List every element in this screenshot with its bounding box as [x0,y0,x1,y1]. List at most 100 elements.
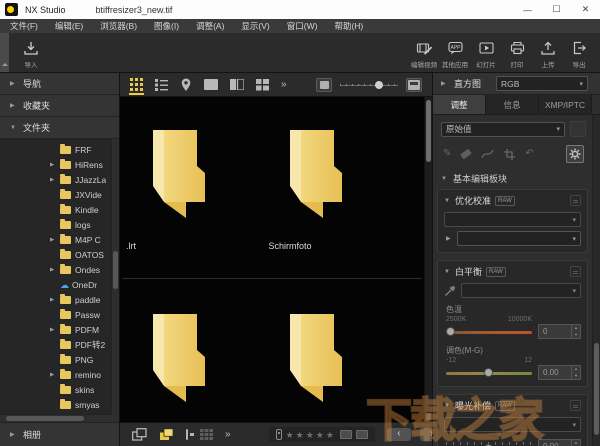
compare-frames-button[interactable] [132,428,147,441]
tint-slider[interactable] [446,366,532,379]
undo-icon[interactable]: ↶ [525,149,533,159]
sidebar-section-navigation[interactable]: ▶ 导航 [0,73,119,95]
folder-tree-item[interactable]: ▶ ☁ OneDr [0,277,111,292]
chevron-down-icon[interactable]: ▼ [444,403,451,409]
color-label-icon[interactable] [340,430,352,439]
scrollbar-thumb[interactable] [6,416,84,421]
menu-item[interactable]: 浏览器(B) [100,20,137,32]
settings-button[interactable] [566,145,584,163]
temperature-slider[interactable] [446,325,532,338]
scrollbar-thumb[interactable] [426,100,431,162]
brush-icon[interactable]: ✎ [443,149,451,159]
eraser-icon[interactable] [461,149,473,160]
import-button[interactable]: 导入 [16,35,46,69]
chevron-down-icon[interactable]: ▼ [444,198,451,204]
folder-tree-item[interactable]: ▶ ☁ remino [0,367,111,382]
temperature-spinbox[interactable]: 0 ▲▼ [538,324,581,339]
scrollbar-thumb[interactable] [594,343,599,435]
thumbnail-large-button[interactable] [406,78,422,92]
folder-tree-item[interactable]: ▶ ☁ OATOS [0,247,111,262]
inspector-vertical-scrollbar[interactable] [592,115,600,446]
scrollbar-thumb[interactable] [113,251,118,289]
expand-arrow-icon[interactable]: ▶ [50,237,60,243]
filmstrip-toggle-button[interactable] [159,428,174,441]
white-balance-select[interactable]: ▾ [461,283,581,298]
tab-adjustments[interactable]: 调整 [433,95,486,114]
sidebar-section-favorites[interactable]: ▶ 收藏夹 [0,95,119,117]
menu-item[interactable]: 窗口(W) [287,20,318,32]
thumbnail-small-button[interactable] [316,78,332,92]
section-menu-icon[interactable] [570,400,581,411]
single-view-button[interactable] [204,73,218,96]
curve-icon[interactable] [481,149,494,159]
close-button[interactable]: ✕ [571,0,600,19]
show-first-frame-button[interactable] [186,429,188,440]
folder-tree-item[interactable]: ▶ ☁ PNG [0,352,111,367]
other-apps-button[interactable]: APP 其他应用 [440,35,470,69]
folder-tree-item[interactable]: ▶ ☁ Kindle [0,202,111,217]
folder-tree-item[interactable]: ▶ ☁ JXVide [0,187,111,202]
print-button[interactable]: 打印 [502,35,532,69]
tint-spinbox[interactable]: 0.00 ▲▼ [538,365,581,380]
folder-tree-item[interactable]: ▶ ☁ FRF [0,142,111,157]
chevron-right-icon[interactable]: ▶ [446,235,453,242]
exposure-spinbox[interactable]: 0.00 ▲▼ [538,439,581,446]
edit-video-button[interactable]: 编辑视频 [409,35,439,69]
multi-view-button[interactable] [256,73,269,96]
folder-thumbnail[interactable] [150,123,210,218]
more-views-chevron[interactable]: » [281,79,287,90]
tab-xmp-iptc[interactable]: XMP/IPTC [539,95,592,114]
menu-item[interactable]: 编辑(E) [55,20,83,32]
preset-save-button[interactable] [570,121,586,137]
tab-info[interactable]: 信息 [486,95,539,114]
folder-thumbnail[interactable] [287,307,347,402]
slider-handle[interactable] [375,81,383,89]
spinner-arrows-icon[interactable]: ▲▼ [571,440,580,446]
upload-button[interactable]: 上传 [533,35,563,69]
folder-tree-item[interactable]: ▶ ☁ Passw [0,307,111,322]
histogram-header[interactable]: ▶ 直方图 RGB ▾ [433,73,600,95]
histogram-channel-select[interactable]: RGB ▾ [496,76,588,91]
label-badge-icon[interactable] [276,429,282,440]
slider-handle[interactable] [446,327,455,336]
expand-arrow-icon[interactable]: ▶ [50,162,60,168]
section-menu-icon[interactable] [570,266,581,277]
eyedropper-icon[interactable] [444,285,456,297]
folder-tree-item[interactable]: ▶ ☁ M4P C [0,232,111,247]
folder-tree-item[interactable]: ▶ ☁ smyas [0,397,111,412]
basic-adjustments-group-header[interactable]: ▼ 基本编辑板块 [433,169,592,189]
menu-item[interactable]: 帮助(H) [334,20,363,32]
slider-handle[interactable] [484,368,493,377]
picture-control-select[interactable]: ▾ [444,212,581,227]
menu-item[interactable]: 文件(F) [10,20,38,32]
thumbnail-size-slider[interactable] [340,79,398,91]
color-label-icon[interactable] [356,430,368,439]
map-view-button[interactable] [180,73,192,96]
previous-button[interactable]: ‹ [387,428,411,441]
folder-tree-horizontal-scrollbar[interactable] [0,414,111,422]
expand-arrow-icon[interactable]: ▶ [50,297,60,303]
picture-control-sub-select[interactable]: ▾ [457,231,581,246]
menu-item[interactable]: 调整(A) [196,20,224,32]
folder-tree-item[interactable]: ▶ ☁ Ondes [0,262,111,277]
split-view-button[interactable] [230,73,244,96]
spinner-arrows-icon[interactable]: ▲▼ [571,325,580,338]
slideshow-button[interactable]: 幻灯片 [471,35,501,69]
panel-collapse-handle[interactable] [0,33,9,72]
folder-tree-item[interactable]: ▶ ☁ PDF转2 [0,337,111,352]
browser-vertical-scrollbar[interactable] [424,97,432,422]
folder-thumbnail[interactable] [287,123,347,218]
expand-arrow-icon[interactable]: ▶ [50,177,60,183]
sidebar-section-albums[interactable]: ▶ 相册 [0,422,119,446]
expand-arrow-icon[interactable]: ▶ [50,372,60,378]
export-button[interactable]: 导出 [564,35,594,69]
exposure-slider[interactable] [446,440,532,446]
spinner-arrows-icon[interactable]: ▲▼ [571,366,580,379]
folder-tree-item[interactable]: ▶ ☁ JJazzLa [0,172,111,187]
folder-tree-item[interactable]: ▶ ☁ HiRens [0,157,111,172]
grid-view-button[interactable] [130,73,143,96]
folder-thumbnail[interactable] [150,307,210,402]
crop-icon[interactable] [504,149,515,160]
grid-table-button[interactable] [200,429,213,440]
expand-arrow-icon[interactable]: ▶ [50,267,60,273]
